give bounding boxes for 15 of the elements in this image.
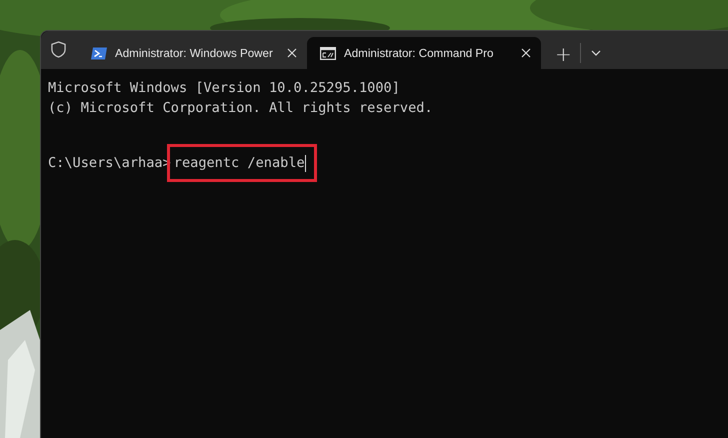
tab[interactable]: Administrator: Command Pro bbox=[307, 37, 541, 69]
terminal-line: Microsoft Windows [Version 10.0.25295.1000] bbox=[48, 79, 401, 98]
terminal-prompt-icon bbox=[91, 46, 107, 60]
new-tab-button[interactable]: + bbox=[547, 39, 580, 69]
chevron-down-icon[interactable] bbox=[590, 50, 601, 56]
terminal-line: (c) Microsoft Corporation. All rights reserved. bbox=[48, 99, 434, 118]
tab-title: Administrator: Windows Power bbox=[115, 46, 274, 60]
shield-icon bbox=[51, 41, 66, 58]
close-icon[interactable] bbox=[287, 48, 297, 58]
tab-title: Administrator: Command Pro bbox=[344, 46, 494, 60]
tab[interactable]: Administrator: Windows Power bbox=[78, 37, 307, 69]
command-text: reagentc /enable bbox=[174, 154, 305, 173]
close-icon[interactable] bbox=[521, 48, 531, 58]
text-cursor bbox=[304, 154, 306, 172]
console-window-icon bbox=[320, 46, 336, 60]
